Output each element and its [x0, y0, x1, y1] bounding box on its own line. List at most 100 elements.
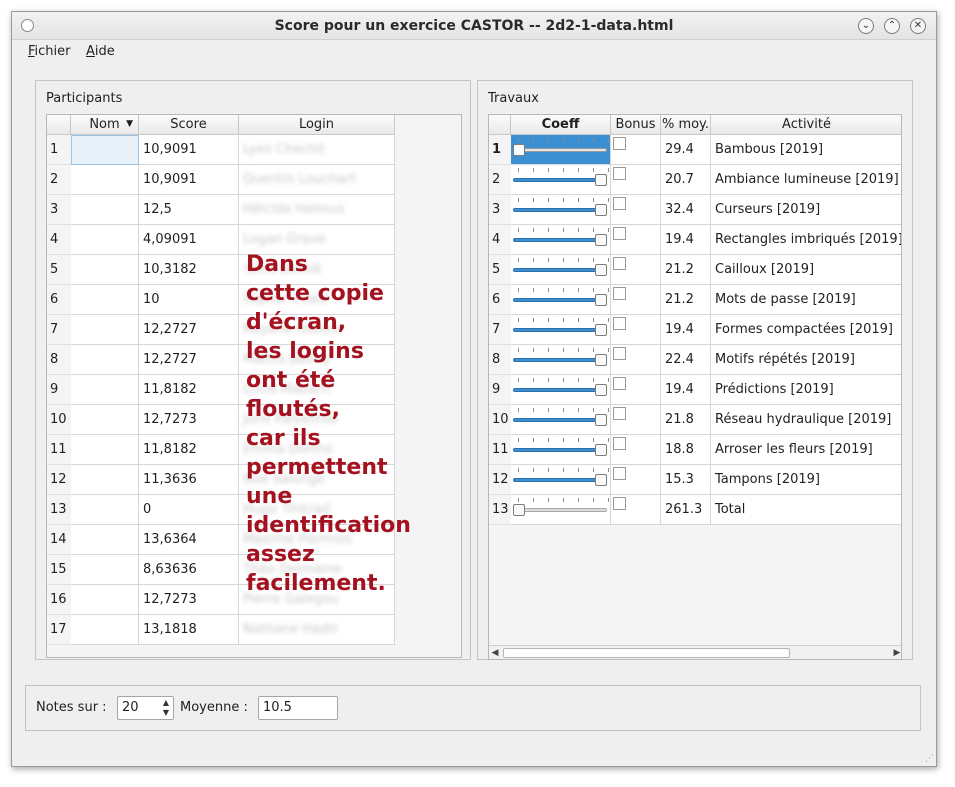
cell-pct[interactable]: 19.4	[661, 375, 711, 405]
row-number[interactable]: 11	[47, 435, 71, 465]
cell-activite[interactable]: Formes compactées [2019]	[711, 315, 901, 345]
row-number[interactable]: 10	[489, 405, 511, 435]
menu-fichier[interactable]: Fichier	[28, 44, 71, 59]
cell-nom[interactable]	[71, 195, 139, 225]
cell-score[interactable]: 10,3182	[139, 255, 239, 285]
bonus-checkbox[interactable]	[613, 497, 626, 510]
cell-score[interactable]: 12,7273	[139, 405, 239, 435]
cell-pct[interactable]: 20.7	[661, 165, 711, 195]
row-number[interactable]: 13	[489, 495, 511, 525]
slider-handle[interactable]	[595, 444, 607, 456]
cell-activite[interactable]: Réseau hydraulique [2019]	[711, 405, 901, 435]
slider-handle[interactable]	[595, 354, 607, 366]
cell-score[interactable]: 13,1818	[139, 615, 239, 645]
cell-activite[interactable]: Cailloux [2019]	[711, 255, 901, 285]
row-number[interactable]: 5	[489, 255, 511, 285]
cell-nom[interactable]	[71, 585, 139, 615]
bonus-checkbox[interactable]	[613, 377, 626, 390]
cell-pct[interactable]: 18.8	[661, 435, 711, 465]
bonus-checkbox[interactable]	[613, 197, 626, 210]
cell-score[interactable]: 12,7273	[139, 585, 239, 615]
slider-handle[interactable]	[595, 324, 607, 336]
cell-pct[interactable]: 29.4	[661, 135, 711, 165]
header-pct[interactable]: % moy.	[661, 115, 711, 135]
coeff-slider[interactable]	[511, 285, 611, 315]
cell-pct[interactable]: 21.8	[661, 405, 711, 435]
cell-score[interactable]: 10	[139, 285, 239, 315]
cell-nom[interactable]	[71, 465, 139, 495]
coeff-slider[interactable]	[511, 165, 611, 195]
row-number[interactable]: 16	[47, 585, 71, 615]
cell-nom[interactable]	[71, 375, 139, 405]
bonus-checkbox[interactable]	[613, 467, 626, 480]
bonus-checkbox[interactable]	[613, 227, 626, 240]
spin-arrows-icon[interactable]: ▲ ▼	[160, 698, 172, 718]
cell-nom[interactable]	[71, 525, 139, 555]
cell-score[interactable]: 10,9091	[139, 165, 239, 195]
row-number[interactable]: 1	[489, 135, 511, 165]
slider-track[interactable]	[513, 268, 607, 272]
row-number[interactable]: 6	[489, 285, 511, 315]
cell-activite[interactable]: Rectangles imbriqués [2019]	[711, 225, 901, 255]
row-number[interactable]: 7	[489, 315, 511, 345]
row-number[interactable]: 15	[47, 555, 71, 585]
cell-login[interactable]: Lyes Chechit	[239, 135, 395, 165]
slider-track[interactable]	[513, 388, 607, 392]
row-number[interactable]: 3	[47, 195, 71, 225]
row-number[interactable]: 6	[47, 285, 71, 315]
row-number[interactable]: 14	[47, 525, 71, 555]
row-number[interactable]: 4	[47, 225, 71, 255]
menu-aide[interactable]: Aide	[86, 44, 115, 59]
cell-score[interactable]: 13,6364	[139, 525, 239, 555]
close-button[interactable]: ✕	[910, 18, 926, 34]
slider-handle[interactable]	[595, 234, 607, 246]
slider-track[interactable]	[513, 148, 607, 152]
slider-track[interactable]	[513, 508, 607, 512]
row-number[interactable]: 8	[489, 345, 511, 375]
cell-login[interactable]: Hélcide Helmus	[239, 195, 395, 225]
row-number[interactable]: 5	[47, 255, 71, 285]
cell-nom[interactable]	[71, 165, 139, 195]
coeff-slider[interactable]	[511, 225, 611, 255]
bonus-checkbox[interactable]	[613, 347, 626, 360]
slider-handle[interactable]	[595, 384, 607, 396]
header-score[interactable]: Score	[139, 115, 239, 135]
row-number[interactable]: 12	[489, 465, 511, 495]
slider-track[interactable]	[513, 328, 607, 332]
slider-handle[interactable]	[595, 204, 607, 216]
cell-activite[interactable]: Arroser les fleurs [2019]	[711, 435, 901, 465]
row-number[interactable]: 2	[47, 165, 71, 195]
cell-pct[interactable]: 19.4	[661, 315, 711, 345]
coeff-slider[interactable]	[511, 465, 611, 495]
cell-score[interactable]: 11,8182	[139, 435, 239, 465]
travaux-table[interactable]: Coeff Bonus % moy. Activité 1 29.4 Bambous…	[488, 114, 902, 660]
cell-score[interactable]: 11,3636	[139, 465, 239, 495]
cell-nom[interactable]	[71, 285, 139, 315]
slider-handle[interactable]	[595, 474, 607, 486]
cell-nom[interactable]	[71, 345, 139, 375]
slider-track[interactable]	[513, 238, 607, 242]
slider-handle[interactable]	[513, 504, 525, 516]
row-number[interactable]: 3	[489, 195, 511, 225]
slider-track[interactable]	[513, 478, 607, 482]
cell-score[interactable]: 4,09091	[139, 225, 239, 255]
row-number[interactable]: 11	[489, 435, 511, 465]
coeff-slider[interactable]	[511, 195, 611, 225]
cell-nom[interactable]	[71, 555, 139, 585]
row-number[interactable]: 13	[47, 495, 71, 525]
bonus-checkbox[interactable]	[613, 437, 626, 450]
bonus-checkbox[interactable]	[613, 257, 626, 270]
cell-activite[interactable]: Prédictions [2019]	[711, 375, 901, 405]
header-nom[interactable]: Nom ▼	[71, 115, 139, 135]
cell-login[interactable]: Nathane Hadrr	[239, 615, 395, 645]
cell-score[interactable]: 12,5	[139, 195, 239, 225]
cell-pct[interactable]: 261.3	[661, 495, 711, 525]
coeff-slider[interactable]	[511, 435, 611, 465]
minimize-button[interactable]: ⌄	[858, 18, 874, 34]
cell-nom[interactable]	[71, 255, 139, 285]
cell-score[interactable]: 10,9091	[139, 135, 239, 165]
cell-nom[interactable]	[71, 495, 139, 525]
header-coeff[interactable]: Coeff	[511, 115, 611, 135]
slider-track[interactable]	[513, 178, 607, 182]
slider-track[interactable]	[513, 448, 607, 452]
